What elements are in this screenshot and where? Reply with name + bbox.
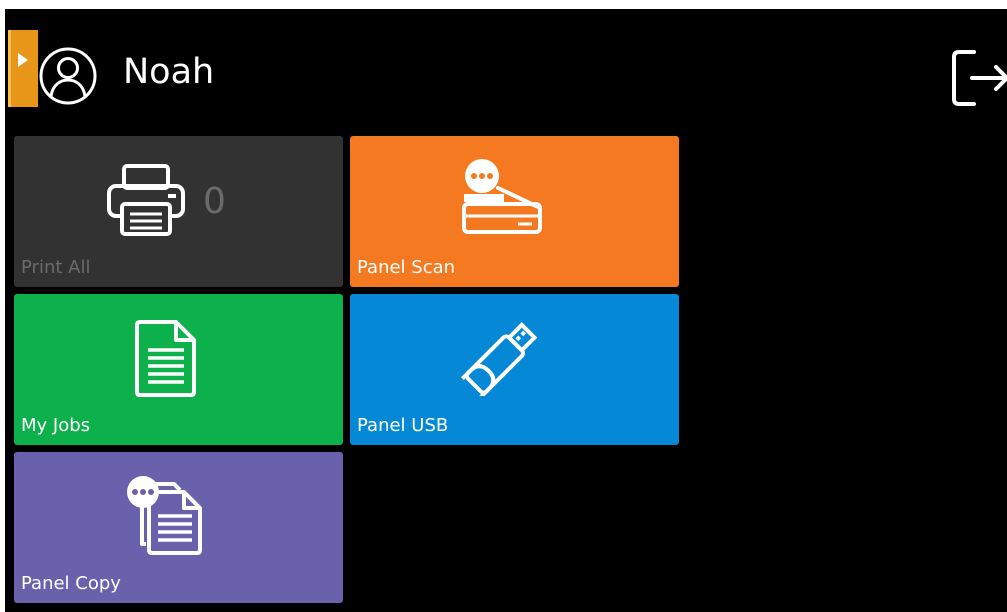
tile-label: My Jobs [21, 415, 91, 436]
user-name: Noah [123, 52, 215, 92]
tile-panel-usb[interactable]: Panel USB [350, 294, 679, 445]
tile-panel-copy[interactable]: Panel Copy [14, 452, 343, 603]
tile-label: Panel Scan [357, 257, 456, 278]
left-border [0, 9, 5, 612]
tile-my-jobs[interactable]: My Jobs [14, 294, 343, 445]
tile-label: Panel USB [357, 415, 449, 436]
scanner-icon [462, 159, 542, 234]
copy-documents-icon [127, 476, 202, 555]
print-job-count: 0 [203, 181, 226, 222]
play-arrow-icon [18, 53, 28, 67]
tile-label: Print All [21, 257, 91, 278]
side-panel-handle[interactable] [8, 30, 38, 107]
usb-drive-icon [460, 322, 538, 396]
tile-print-all[interactable]: 0 Print All [14, 136, 343, 287]
top-border [0, 0, 1007, 9]
user-circle-icon [39, 47, 97, 105]
tile-panel-scan[interactable]: Panel Scan [350, 136, 679, 287]
logout-icon[interactable] [950, 46, 1007, 110]
printer-icon [107, 164, 185, 236]
tile-label: Panel Copy [21, 573, 121, 594]
document-icon [135, 320, 196, 397]
